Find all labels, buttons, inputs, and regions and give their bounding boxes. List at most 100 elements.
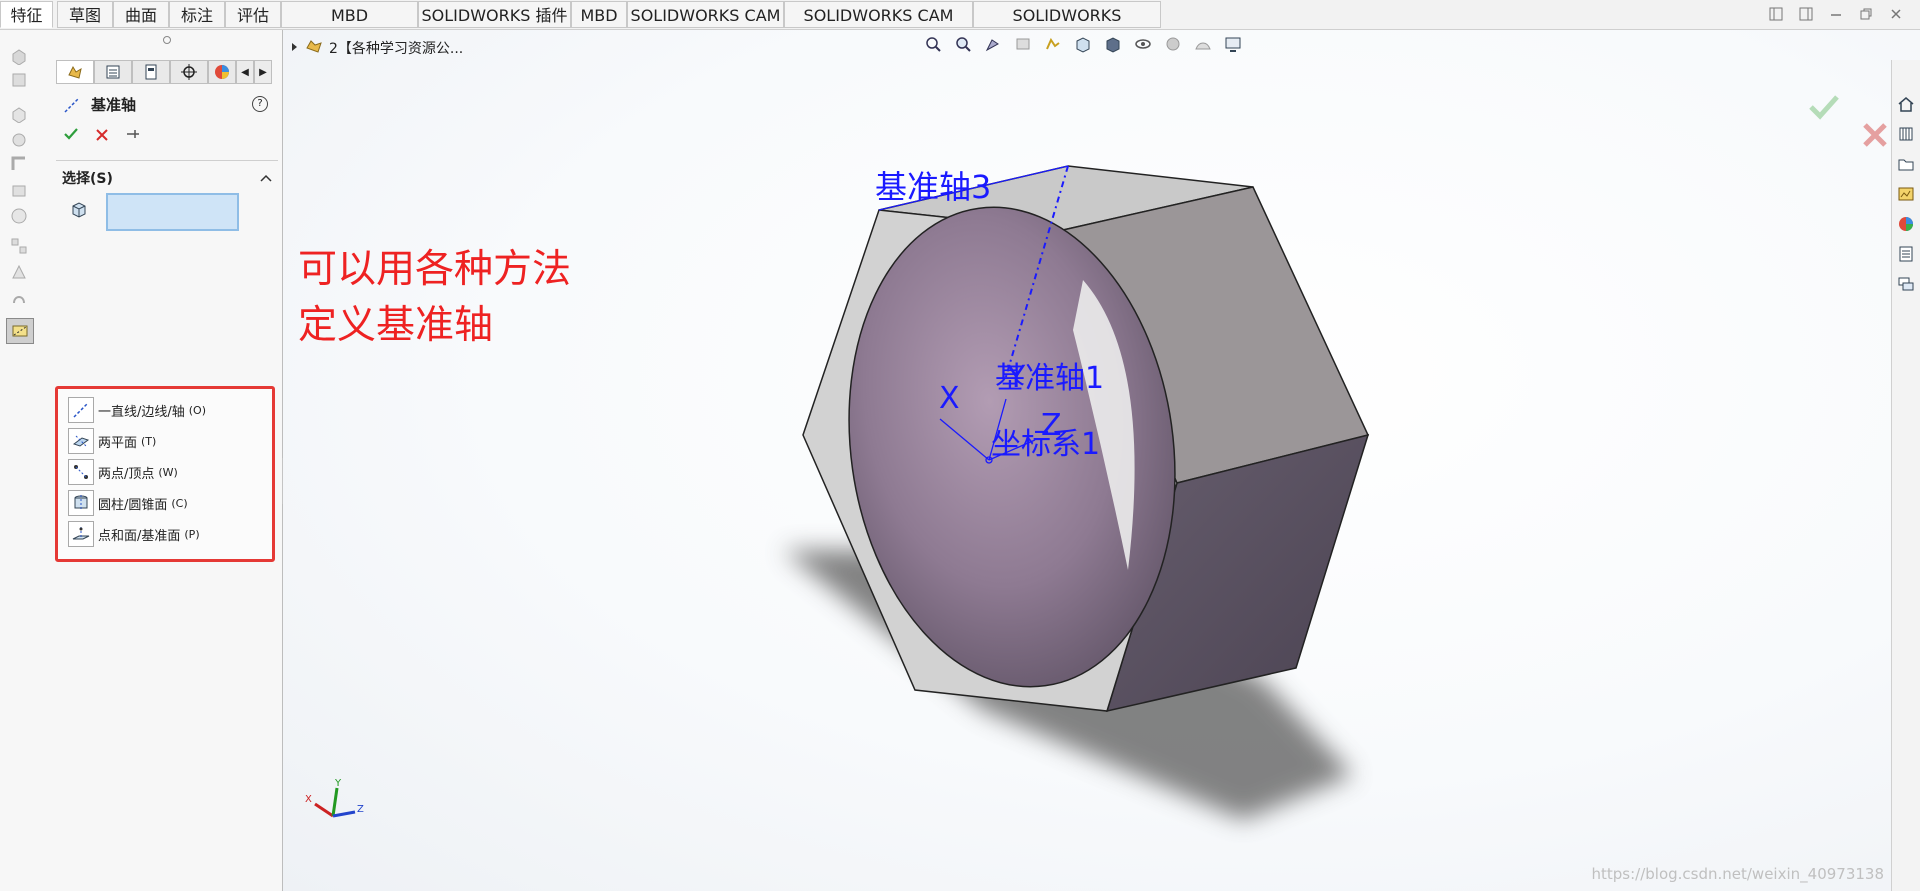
forum-icon[interactable] bbox=[1895, 272, 1917, 296]
extrude-cut-icon[interactable] bbox=[6, 102, 32, 126]
command-icon-strip bbox=[0, 30, 56, 891]
method-label: 点和面/基准面 bbox=[98, 528, 181, 544]
tab-solidworks-cam-tbm[interactable]: SOLIDWORKS CAM TBM bbox=[784, 1, 973, 52]
method-line-edge-axis[interactable]: 一直线/边线/轴 (O) bbox=[68, 395, 206, 425]
task-pane bbox=[1891, 60, 1920, 891]
datum-axis-3-label[interactable]: 基准轴3 bbox=[875, 168, 991, 206]
home-icon[interactable] bbox=[1895, 92, 1917, 116]
command-manager-tabs: 特征 草图 曲面 标注 评估 MBD Dimensions SOLIDWORKS… bbox=[0, 0, 1920, 52]
method-shortcut: (C) bbox=[171, 496, 188, 510]
two-planes-icon bbox=[68, 428, 94, 454]
property-manager-header: 基准轴 bbox=[63, 94, 136, 115]
tabs-scroll-right-icon[interactable]: ▶ bbox=[254, 60, 272, 84]
tab-markup[interactable]: 标注 bbox=[169, 1, 225, 28]
line-edge-axis-icon bbox=[68, 397, 94, 423]
reference-selection-box[interactable] bbox=[106, 193, 239, 231]
manager-tabs: ◀ ▶ bbox=[56, 60, 278, 84]
revolve-cut-icon[interactable] bbox=[6, 128, 32, 152]
axis-method-list: 一直线/边线/轴 (O) 两平面 (T) 两点/顶点 (W) 圆柱/圆锥面 (C… bbox=[55, 386, 275, 562]
method-label: 圆柱/圆锥面 bbox=[98, 497, 168, 513]
tab-surfaces[interactable]: 曲面 bbox=[113, 1, 169, 28]
selections-section-header[interactable]: 选择(S) bbox=[62, 166, 276, 188]
method-two-planes[interactable]: 两平面 (T) bbox=[68, 426, 156, 456]
reference-axis-icon bbox=[64, 96, 80, 113]
cancel-x-icon[interactable] bbox=[1862, 122, 1888, 152]
tab-property-manager[interactable] bbox=[56, 60, 94, 84]
method-shortcut: (O) bbox=[188, 403, 207, 417]
selections-section-title: 选择(S) bbox=[62, 171, 113, 187]
annotation-line-2: 定义基准轴 bbox=[298, 303, 494, 348]
method-shortcut: (W) bbox=[158, 465, 178, 479]
triad-z-label: Z bbox=[357, 804, 364, 815]
feature-tree-icon bbox=[106, 65, 120, 79]
linear-pattern-icon[interactable] bbox=[6, 234, 32, 258]
tile-left-icon[interactable] bbox=[1768, 6, 1784, 22]
model-canvas: 基准轴3 基准轴1 坐标系1 X Y Z bbox=[783, 165, 1370, 820]
chevron-up-icon[interactable] bbox=[260, 168, 272, 187]
dimxpert-icon bbox=[181, 64, 197, 80]
file-explorer-icon[interactable] bbox=[1895, 152, 1917, 176]
tile-right-icon[interactable] bbox=[1798, 6, 1814, 22]
property-manager-actions bbox=[63, 126, 141, 146]
close-icon[interactable] bbox=[1888, 6, 1904, 22]
property-manager-title: 基准轴 bbox=[91, 96, 137, 114]
method-shortcut: (T) bbox=[141, 434, 157, 448]
design-library-icon[interactable] bbox=[1895, 122, 1917, 146]
coord-x-label: X bbox=[939, 381, 960, 416]
minimize-icon[interactable] bbox=[1828, 6, 1844, 22]
wrap-icon[interactable] bbox=[6, 286, 32, 310]
annotation-callout: 可以用各种方法 定义基准轴 bbox=[298, 242, 571, 354]
two-points-icon bbox=[68, 459, 94, 485]
watermark-text: https://blog.csdn.net/weixin_40973138 bbox=[1591, 865, 1884, 883]
coord-y-label: Y bbox=[1006, 360, 1026, 395]
fillet-icon[interactable] bbox=[6, 152, 32, 176]
display-manager-icon bbox=[215, 65, 229, 79]
ok-check-icon[interactable] bbox=[63, 126, 79, 146]
restore-icon[interactable] bbox=[1858, 6, 1874, 22]
tab-configuration-manager[interactable] bbox=[132, 60, 170, 84]
method-cylinder-cone[interactable]: 圆柱/圆锥面 (C) bbox=[68, 488, 188, 518]
keep-visible-pin-icon[interactable] bbox=[125, 126, 141, 146]
triad-y-label: Y bbox=[334, 778, 342, 789]
method-shortcut: (P) bbox=[184, 527, 200, 541]
method-label: 一直线/边线/轴 bbox=[98, 404, 185, 420]
custom-properties-icon[interactable] bbox=[1895, 242, 1917, 266]
graphics-viewport[interactable]: 2【各种学习资源公... 基准轴3 基准轴1 坐标系1 X Y Z 可以用各种方… bbox=[283, 30, 1920, 891]
panel-grip-icon[interactable] bbox=[163, 36, 171, 44]
section-divider bbox=[56, 160, 278, 161]
shell-icon[interactable] bbox=[6, 204, 32, 228]
tab-feature-manager[interactable] bbox=[94, 60, 132, 84]
property-manager-icon bbox=[68, 65, 82, 79]
coord-z-label: Z bbox=[1041, 408, 1062, 443]
tab-mbd[interactable]: MBD bbox=[571, 1, 627, 28]
method-label: 两平面 bbox=[98, 435, 138, 451]
triad-x-label: X bbox=[305, 794, 312, 805]
reference-entities-icon bbox=[69, 200, 89, 224]
annotation-line-1: 可以用各种方法 bbox=[298, 247, 572, 292]
tabs-scroll-left-icon[interactable]: ◀ bbox=[236, 60, 254, 84]
tab-mbd-dimensions[interactable]: MBD Dimensions bbox=[281, 1, 418, 52]
tab-solidworks-cam[interactable]: SOLIDWORKS CAM bbox=[627, 1, 784, 28]
tab-dimxpert-manager[interactable] bbox=[170, 60, 208, 84]
chamfer-icon[interactable] bbox=[6, 178, 32, 202]
property-manager-panel: ◀ ▶ 基准轴 ? 选择(S) 一直线/边线/轴 (O) 两平面 (T) 两点/… bbox=[53, 30, 294, 891]
tab-sketch[interactable]: 草图 bbox=[57, 1, 113, 28]
reference-geometry-icon[interactable] bbox=[6, 318, 34, 344]
appearances-icon[interactable] bbox=[1895, 212, 1917, 236]
point-and-plane-icon bbox=[68, 521, 94, 547]
method-two-points[interactable]: 两点/顶点 (W) bbox=[68, 457, 178, 487]
ok-check-icon[interactable] bbox=[1808, 94, 1840, 124]
tab-features[interactable]: 特征 bbox=[0, 1, 53, 28]
view-palette-icon[interactable] bbox=[1895, 182, 1917, 206]
tab-solidworks-addins[interactable]: SOLIDWORKS 插件 bbox=[418, 1, 571, 28]
cancel-x-icon[interactable] bbox=[95, 127, 109, 146]
revolve-boss-icon[interactable] bbox=[6, 68, 32, 92]
rib-icon[interactable] bbox=[6, 260, 32, 284]
help-icon[interactable]: ? bbox=[252, 96, 268, 112]
tab-display-manager[interactable] bbox=[208, 60, 236, 84]
extrude-boss-icon[interactable] bbox=[6, 44, 32, 68]
method-point-and-plane[interactable]: 点和面/基准面 (P) bbox=[68, 519, 200, 549]
method-label: 两点/顶点 bbox=[98, 466, 155, 482]
tab-solidworks-inspection[interactable]: SOLIDWORKS Inspection bbox=[973, 1, 1161, 52]
tab-evaluate[interactable]: 评估 bbox=[225, 1, 281, 28]
